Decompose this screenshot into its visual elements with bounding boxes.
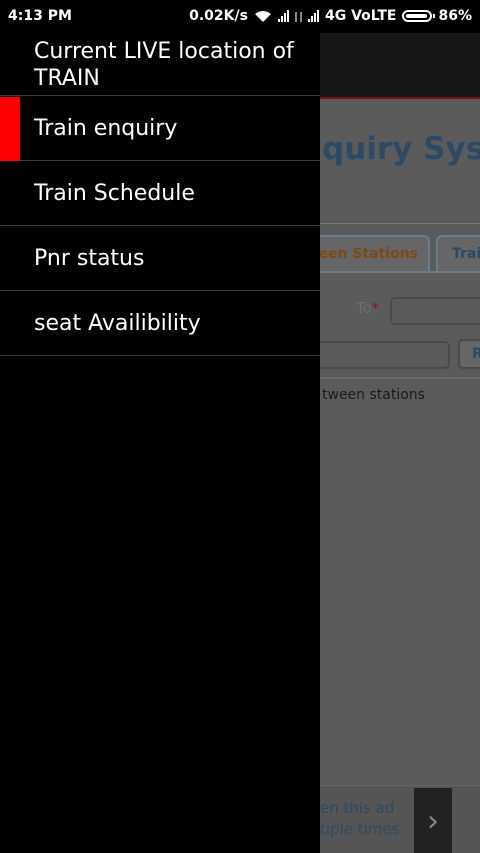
status-time: 4:13 PM [8,8,72,24]
signal-icon-2 [307,10,319,22]
wifi-icon [254,10,271,22]
required-mark: * [371,299,380,317]
menu-item-label: Train Schedule [34,181,195,206]
menu-item-label: Pnr status [34,246,145,271]
navigation-drawer: Current LIVE location of TRAIN Train enq… [0,0,320,853]
selected-indicator [0,97,20,161]
menu-item-label: seat Availibility [34,311,201,336]
live-location-link: Current LIVE location of TRAIN [34,39,294,91]
menu-item-pnr-status[interactable]: Pnr status [0,227,320,291]
menu-item-label: Train enquiry [34,116,178,141]
menu-item-seat-availability[interactable]: seat Availibility [0,292,320,356]
battery-icon [402,10,436,22]
tab-between-stations[interactable]: tween Stations [299,235,430,271]
drawer-header-item[interactable]: Current LIVE location of TRAIN [0,33,320,96]
search-button[interactable]: R [458,339,480,369]
data-transfer-icon [294,10,302,22]
page-heading: quiry Syster [322,131,480,167]
menu-item-train-enquiry[interactable]: Train enquiry [0,97,320,161]
network-type: 4G VoLTE [324,8,397,24]
menu-item-train-schedule[interactable]: Train Schedule [0,162,320,226]
ad-banner[interactable]: en this ad tiple times › [310,785,480,853]
network-speed: 0.02K/s [189,8,248,24]
tab-train[interactable]: Trai [436,235,480,271]
tab-underline [306,271,480,273]
ad-text-line-2: tiple times [320,820,400,838]
section-divider [310,377,480,379]
to-label: To* [356,299,379,317]
between-stations-text: tween stations [322,387,425,403]
to-station-input[interactable] [390,297,480,325]
ad-text: en this ad tiple times [320,798,399,840]
to-label-text: To [356,299,372,317]
divider [310,223,480,224]
status-icons: 0.02K/s 4G VoLTE 86% [189,8,472,24]
battery-percent: 86% [438,8,472,24]
signal-icon-1 [277,10,289,22]
status-bar: 4:13 PM 0.02K/s 4G VoLTE 86% [0,0,480,33]
chevron-right-icon[interactable]: › [414,788,452,853]
ad-text-line-1: en this ad [320,799,395,817]
